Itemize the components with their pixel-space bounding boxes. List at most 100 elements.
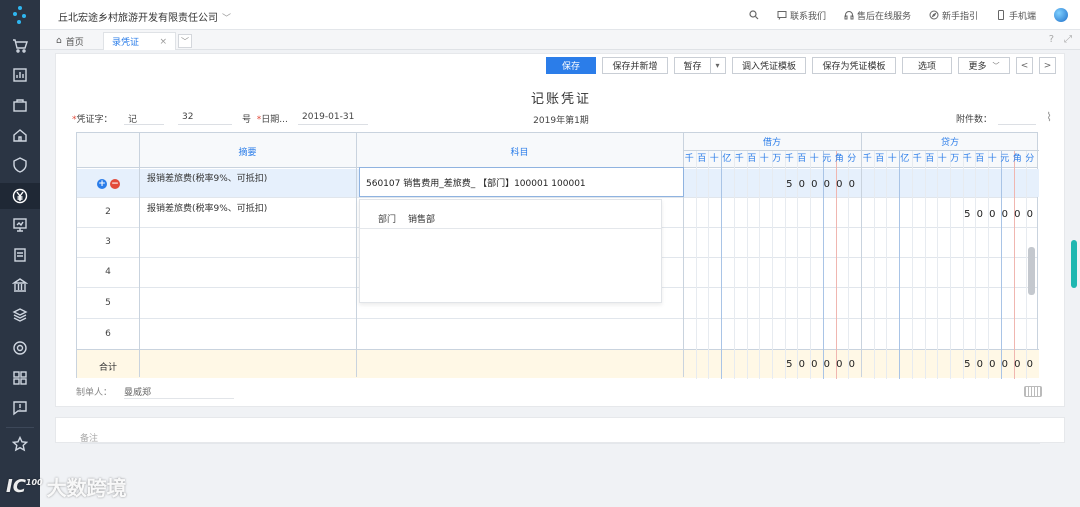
digit-header-11: 元 [1000, 154, 1010, 164]
row-1-summary[interactable]: 报销差旅费(税率9%、可抵扣) [147, 171, 267, 184]
amount-digit: 0 [823, 359, 830, 370]
prev-voucher-button[interactable]: < [1016, 57, 1033, 74]
amount-digit: 0 [836, 179, 843, 190]
row-2-summary[interactable]: 报销差旅费(税率9%、可抵扣) [147, 201, 267, 214]
feedback-icon[interactable] [10, 398, 30, 418]
guide-link[interactable]: 新手指引 [929, 9, 978, 22]
apps-icon[interactable] [10, 368, 30, 388]
voucher-yuan-icon[interactable] [0, 183, 40, 209]
row-5-no: 5 [105, 298, 111, 308]
search-icon[interactable] [749, 10, 759, 20]
digit-header-0: 千 [862, 154, 872, 164]
tab-home[interactable]: ⌂ 首页 [48, 32, 103, 50]
cart-icon[interactable] [10, 36, 30, 56]
digit-header-7: 万 [772, 154, 782, 164]
debit-digit-header: 千百十亿千百十万千百十元角分 [683, 151, 858, 168]
digit-header-7: 万 [950, 154, 960, 164]
digit-header-9: 百 [975, 154, 985, 164]
save-and-new-button[interactable]: 保存并新增 [602, 57, 668, 74]
digit-header-1: 百 [875, 154, 885, 164]
tab-record-voucher[interactable]: 录凭证 × [103, 32, 176, 50]
save-as-template-button[interactable]: 保存为凭证模板 [812, 57, 896, 74]
amount-digit: 5 [964, 359, 971, 370]
draft-button[interactable]: 暂存 ▾ [674, 57, 726, 74]
col-divider [356, 133, 357, 377]
company-selector[interactable]: 丘北宏途乡村旅游开发有限责任公司 ﹀ [58, 9, 231, 24]
digit-col-divider [911, 151, 913, 379]
after-sales-link[interactable]: 售后在线服务 [844, 9, 911, 22]
digit-header-6: 十 [759, 154, 769, 164]
voucher-title: 记账凭证 [530, 92, 591, 107]
digit-col-divider [759, 151, 761, 379]
chevron-down-icon: ﹀ [992, 61, 1000, 70]
digit-col-divider [733, 151, 735, 379]
chart-icon[interactable] [10, 65, 30, 85]
more-button[interactable]: 更多 ﹀ [958, 57, 1010, 74]
department-label: 部门 [378, 215, 397, 225]
amount-digit: 0 [798, 359, 805, 370]
mobile-link[interactable]: 手机端 [996, 9, 1036, 22]
digit-col-divider [721, 151, 723, 379]
department-value[interactable]: 销售部 [408, 212, 435, 225]
add-row-icon[interactable]: + [97, 179, 107, 189]
total-row [77, 349, 1039, 378]
options-button[interactable]: 选项 [902, 57, 952, 74]
top-bar: 丘北宏途乡村旅游开发有限责任公司 ﹀ 联系我们 售后在线服务 新手指引 手机端 [40, 0, 1080, 30]
bag-icon[interactable] [10, 95, 30, 115]
attachment-count-input[interactable] [998, 112, 1036, 125]
home-icon[interactable] [10, 125, 30, 145]
keyboard-icon[interactable] [1024, 386, 1042, 397]
amount-digit: 0 [848, 359, 855, 370]
app-logo[interactable] [10, 6, 30, 26]
bank-icon[interactable] [10, 275, 30, 295]
header-debit: 借方 [762, 138, 781, 148]
shield-icon[interactable] [10, 155, 30, 175]
account-input[interactable]: 560107 销售费用_差旅费_ 【部门】100001 100001 [359, 167, 684, 197]
digit-header-10: 十 [987, 154, 997, 164]
layers-icon[interactable] [10, 305, 30, 325]
digit-header-13: 分 [847, 154, 857, 164]
help-icon[interactable]: ? [1049, 34, 1054, 45]
digit-header-12: 角 [834, 154, 844, 164]
close-icon[interactable]: × [159, 37, 167, 47]
contact-us-label: 联系我们 [789, 11, 826, 22]
amount-digit: 5 [964, 209, 971, 220]
digit-col-divider [924, 151, 926, 379]
paperclip-icon[interactable]: ⌇ [1046, 110, 1052, 124]
tab-bar: ⌂ 首页 录凭证 × ﹀ ? ⤢ [40, 30, 1080, 50]
row-2-no: 2 [105, 207, 111, 217]
amount-digit: 0 [798, 179, 805, 190]
contact-us-link[interactable]: 联系我们 [777, 9, 826, 22]
table-scrollbar[interactable] [1028, 247, 1035, 295]
amount-digit: 0 [823, 179, 830, 190]
monitor-icon[interactable] [10, 215, 30, 235]
remove-row-icon[interactable]: − [110, 179, 120, 189]
amount-digit: 0 [1001, 359, 1008, 370]
user-avatar[interactable] [1054, 8, 1068, 22]
popup-divider [360, 228, 661, 229]
tab-dropdown-button[interactable]: ﹀ [178, 34, 192, 48]
row-ops: + − [97, 179, 120, 189]
row-1-debit[interactable]: 500000 [783, 179, 858, 190]
gear-icon[interactable] [10, 338, 30, 358]
ticket-icon[interactable] [10, 245, 30, 265]
save-button[interactable]: 保存 [546, 57, 596, 74]
fullscreen-icon[interactable]: ⤢ [1064, 34, 1072, 45]
next-voucher-button[interactable]: > [1039, 57, 1056, 74]
header-credit: 贷方 [940, 138, 959, 148]
voucher-entries-table: 摘要 科目 借方 贷方 千百十亿千百十万千百十元角分 千百十亿千百十万千百十元角… [76, 132, 1039, 379]
note-underline [80, 443, 1040, 444]
sidebar-divider [6, 427, 34, 428]
maker: 制单人： 曼威郑 [76, 385, 234, 399]
star-icon[interactable] [10, 434, 30, 454]
row-2-credit[interactable]: 500000 [961, 209, 1036, 220]
mobile-label: 手机端 [1008, 11, 1036, 22]
chevron-down-icon[interactable]: ▾ [711, 61, 725, 70]
chevron-down-icon: ﹀ [222, 14, 232, 24]
digit-header-0: 千 [684, 154, 694, 164]
import-template-button[interactable]: 调入凭证模板 [732, 57, 806, 74]
digit-header-8: 千 [784, 154, 794, 164]
page-scrollbar[interactable] [1071, 240, 1077, 288]
digit-header-5: 百 [925, 154, 935, 164]
tab-bar-tools: ? ⤢ [1049, 34, 1072, 45]
